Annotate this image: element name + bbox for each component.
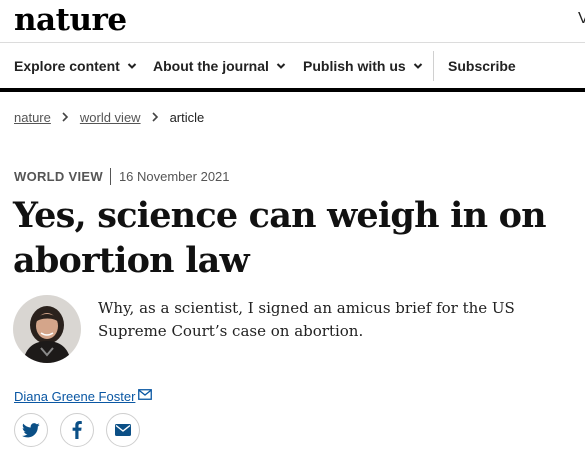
masthead: nature V [0, 0, 585, 42]
masthead-cut-off-item[interactable]: V [578, 10, 585, 28]
chevron-right-icon [151, 112, 158, 122]
nav-bottom-bar [0, 88, 585, 92]
twitter-icon [22, 422, 40, 437]
article-title: Yes, science can weigh in on abortion la… [13, 195, 547, 281]
main-nav: Explore content About the journal Publis… [0, 43, 585, 88]
chevron-down-icon [276, 62, 286, 69]
nav-item-label: Subscribe [448, 57, 516, 74]
nav-publish-with-us[interactable]: Publish with us [303, 43, 423, 88]
author-avatar [13, 295, 81, 363]
article-type: WORLD VIEW [14, 168, 103, 184]
mail-icon[interactable] [138, 389, 153, 400]
nav-divider [433, 51, 434, 81]
share-facebook-button[interactable] [60, 413, 94, 447]
nature-logo[interactable]: nature [14, 0, 127, 40]
nav-about-the-journal[interactable]: About the journal [153, 43, 286, 88]
breadcrumb: nature world view article [14, 108, 204, 126]
article-standfirst: Why, as a scientist, I signed an amicus … [98, 299, 515, 340]
share-email-button[interactable] [106, 413, 140, 447]
author-name-link[interactable]: Diana Greene Foster [14, 389, 135, 404]
article-meta: WORLD VIEW 16 November 2021 [14, 167, 230, 185]
email-icon [115, 424, 131, 436]
chevron-down-icon [413, 62, 422, 69]
article-date: 16 November 2021 [118, 168, 230, 184]
breadcrumb-world-view[interactable]: world view [80, 110, 141, 125]
nav-item-label: Explore content [14, 57, 120, 74]
nav-item-label: About the journal [153, 57, 269, 74]
author-line: Diana Greene Foster [14, 389, 153, 404]
meta-divider [109, 167, 111, 185]
share-twitter-button[interactable] [14, 413, 48, 447]
chevron-right-icon [62, 112, 69, 122]
breadcrumb-article: article [169, 109, 205, 125]
nav-explore-content[interactable]: Explore content [14, 43, 137, 88]
facebook-icon [72, 421, 82, 439]
nav-item-label: Publish with us [303, 57, 406, 74]
nav-subscribe[interactable]: Subscribe [448, 43, 516, 88]
chevron-down-icon [127, 62, 137, 69]
breadcrumb-nature[interactable]: nature [14, 110, 51, 125]
